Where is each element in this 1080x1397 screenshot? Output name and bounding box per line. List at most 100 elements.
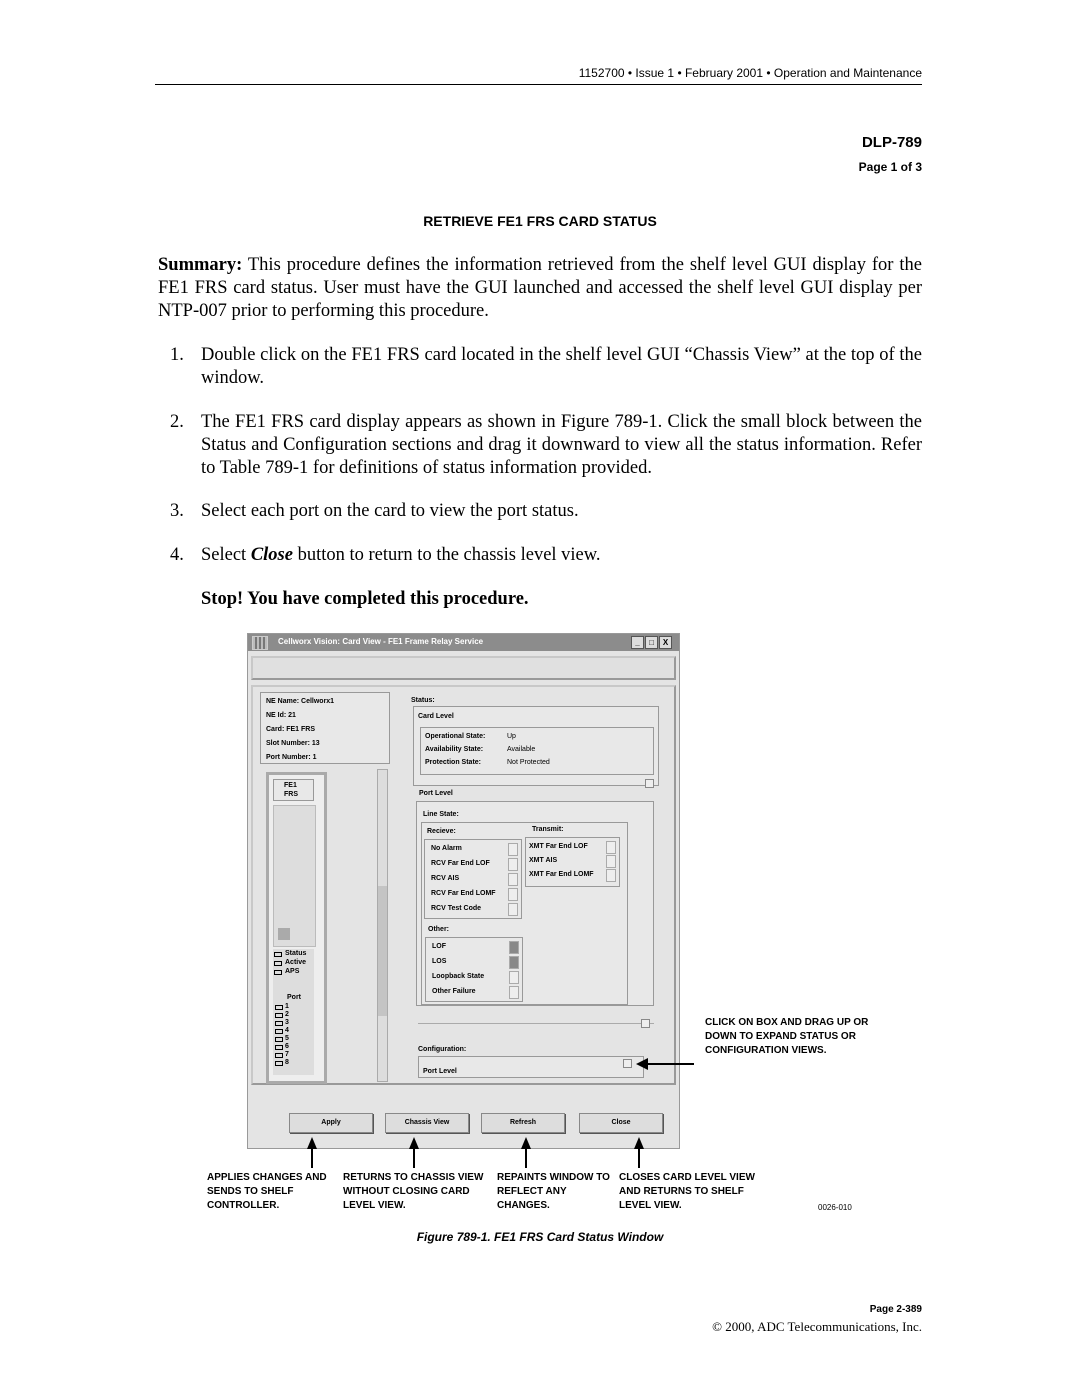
card-level-group: Card Level Operational State: Up Availabil… [413, 706, 659, 786]
other-indicator [509, 941, 519, 954]
configuration-label: Configuration: [418, 1046, 467, 1053]
minimize-icon[interactable]: _ [631, 636, 644, 649]
status-led-label: Status [285, 950, 307, 957]
port-number-label[interactable]: 1 [285, 1003, 289, 1010]
port-led-icon[interactable] [275, 1037, 283, 1042]
card-faceplate[interactable]: FE1 FRS Status Active APS Port 12345678 [266, 772, 327, 1084]
drag-arrow [646, 1063, 694, 1065]
receive-item-label: RCV Far End LOF [431, 860, 490, 867]
other-item-label: LOS [432, 958, 447, 965]
refresh-callout: REPAINTS WINDOW TO REFLECT ANY CHANGES. [497, 1172, 610, 1211]
port-number: Port Number: 1 [266, 754, 317, 761]
step-3: 3. Select each port on the card to view t… [158, 500, 922, 523]
step-number: 3. [170, 501, 184, 521]
step-text: button to return to the chassis level vi… [292, 545, 601, 565]
other-item-label: LOF [432, 943, 446, 950]
line-state-group: Recieve: Transmit: No Alarm RCV Far End L… [421, 822, 628, 1005]
figure-caption: Figure 789-1. FE1 FRS Card Status Window [416, 1230, 664, 1244]
summary: Summary: This procedure defines the info… [158, 254, 922, 323]
step-text: Select each port on the card to view the… [201, 501, 579, 521]
chassis-view-button[interactable]: Chassis View [385, 1113, 469, 1133]
card-name: Card: FE1 FRS [266, 726, 316, 733]
receive-indicator [508, 873, 518, 886]
window-menu-icon[interactable] [252, 636, 268, 650]
card-label-line: FRS [284, 791, 298, 798]
receive-item-label: No Alarm [431, 845, 462, 852]
card-states: Operational State: Up Availability State: A… [420, 727, 654, 775]
port-level-group: Line State: Recieve: Transmit: No Alarm R… [416, 801, 654, 1006]
card-body [273, 805, 316, 947]
title-bar[interactable]: Cellworx Vision: Card View - FE1 Frame R… [248, 634, 679, 651]
apply-button[interactable]: Apply [289, 1113, 373, 1133]
step-text: The FE1 FRS card display appears as show… [201, 412, 922, 478]
refresh-button[interactable]: Refresh [481, 1113, 565, 1133]
step-number: 2. [170, 412, 184, 432]
receive-item-label: RCV Test Code [431, 905, 482, 912]
receive-indicator [508, 888, 518, 901]
other-list: LOF LOS Loopback State Other Failure [425, 937, 523, 1002]
port-led-icon[interactable] [275, 1045, 283, 1050]
step-2: 2. The FE1 FRS card display appears as sh… [158, 411, 922, 480]
card-view-window: Cellworx Vision: Card View - FE1 Frame R… [247, 633, 680, 1149]
divider [418, 1023, 654, 1024]
port-number-label[interactable]: 3 [285, 1019, 289, 1026]
port-led-icon[interactable] [275, 1053, 283, 1058]
other-indicator [509, 986, 519, 999]
receive-list: No Alarm RCV Far End LOF RCV AIS RCV Far En… [424, 839, 522, 919]
led-panel: Status Active APS Port 12345678 [273, 949, 314, 1075]
copyright: © 2000, ADC Telecommunications, Inc. [712, 1319, 922, 1334]
receive-indicator [508, 843, 518, 856]
led-icon [274, 961, 282, 966]
other-indicator [509, 956, 519, 969]
port-number-label[interactable]: 7 [285, 1051, 289, 1058]
header-rule [155, 84, 922, 85]
port-led-icon[interactable] [275, 1021, 283, 1026]
dlp-number: DLP-789 [861, 134, 922, 151]
line-state-label: Line State: [423, 811, 459, 818]
other-item-label: Other Failure [432, 988, 476, 995]
left-scrollbar[interactable] [377, 769, 388, 1082]
port-number-label[interactable]: 5 [285, 1035, 289, 1042]
transmit-item-label: XMT AIS [529, 857, 558, 864]
port-led-icon[interactable] [275, 1061, 283, 1066]
port-number-label[interactable]: 4 [285, 1027, 289, 1034]
receive-item-label: RCV AIS [431, 875, 460, 882]
transmit-item-label: XMT Far End LOMF [529, 871, 594, 878]
port-number-label[interactable]: 8 [285, 1059, 289, 1066]
status-drag-handle[interactable] [645, 779, 654, 788]
other-item-label: Loopback State [432, 973, 485, 980]
receive-label: Recieve: [427, 828, 456, 835]
close-button[interactable]: Close [579, 1113, 663, 1133]
close-window-icon[interactable]: X [659, 636, 672, 649]
window-title: Cellworx Vision: Card View - FE1 Frame R… [278, 637, 484, 646]
card-label: FE1 FRS [273, 779, 314, 801]
active-led-label: Active [285, 959, 307, 966]
running-header: 1152700 • Issue 1 • February 2001 • Oper… [578, 66, 922, 80]
chassis-arrow [413, 1148, 415, 1168]
ne-name: NE Name: Cellworx1 [266, 698, 335, 705]
close-emphasis: Close [250, 545, 293, 565]
maximize-icon[interactable]: □ [645, 636, 658, 649]
transmit-indicator [606, 869, 616, 882]
port-led-icon[interactable] [275, 1029, 283, 1034]
summary-label: Summary: [158, 255, 243, 275]
step-4: 4. Select Close button to return to the c… [158, 544, 922, 567]
status-label: Status: [411, 697, 435, 704]
port-led-icon[interactable] [275, 1013, 283, 1018]
apply-arrow [311, 1148, 313, 1168]
scroll-thumb[interactable] [378, 886, 387, 1016]
split-drag-handle[interactable] [641, 1019, 650, 1028]
port-number-label[interactable]: 6 [285, 1043, 289, 1050]
port-level-label: Port Level [419, 790, 453, 797]
ne-id: NE Id: 21 [266, 712, 296, 719]
transmit-list: XMT Far End LOF XMT AIS XMT Far End LOMF [525, 837, 620, 887]
led-icon [274, 952, 282, 957]
step-number: 1. [170, 345, 184, 365]
port-led-icon[interactable] [275, 1005, 283, 1010]
drag-callout: CLICK ON BOX AND DRAG UP OR DOWN TO EXPA… [705, 1017, 869, 1056]
stop-note: Stop! You have completed this procedure. [201, 589, 529, 609]
refresh-arrow [525, 1148, 527, 1168]
port-number-label[interactable]: 2 [285, 1011, 289, 1018]
config-drag-handle[interactable] [623, 1059, 632, 1068]
document-page: 1152700 • Issue 1 • February 2001 • Oper… [0, 0, 1080, 1397]
